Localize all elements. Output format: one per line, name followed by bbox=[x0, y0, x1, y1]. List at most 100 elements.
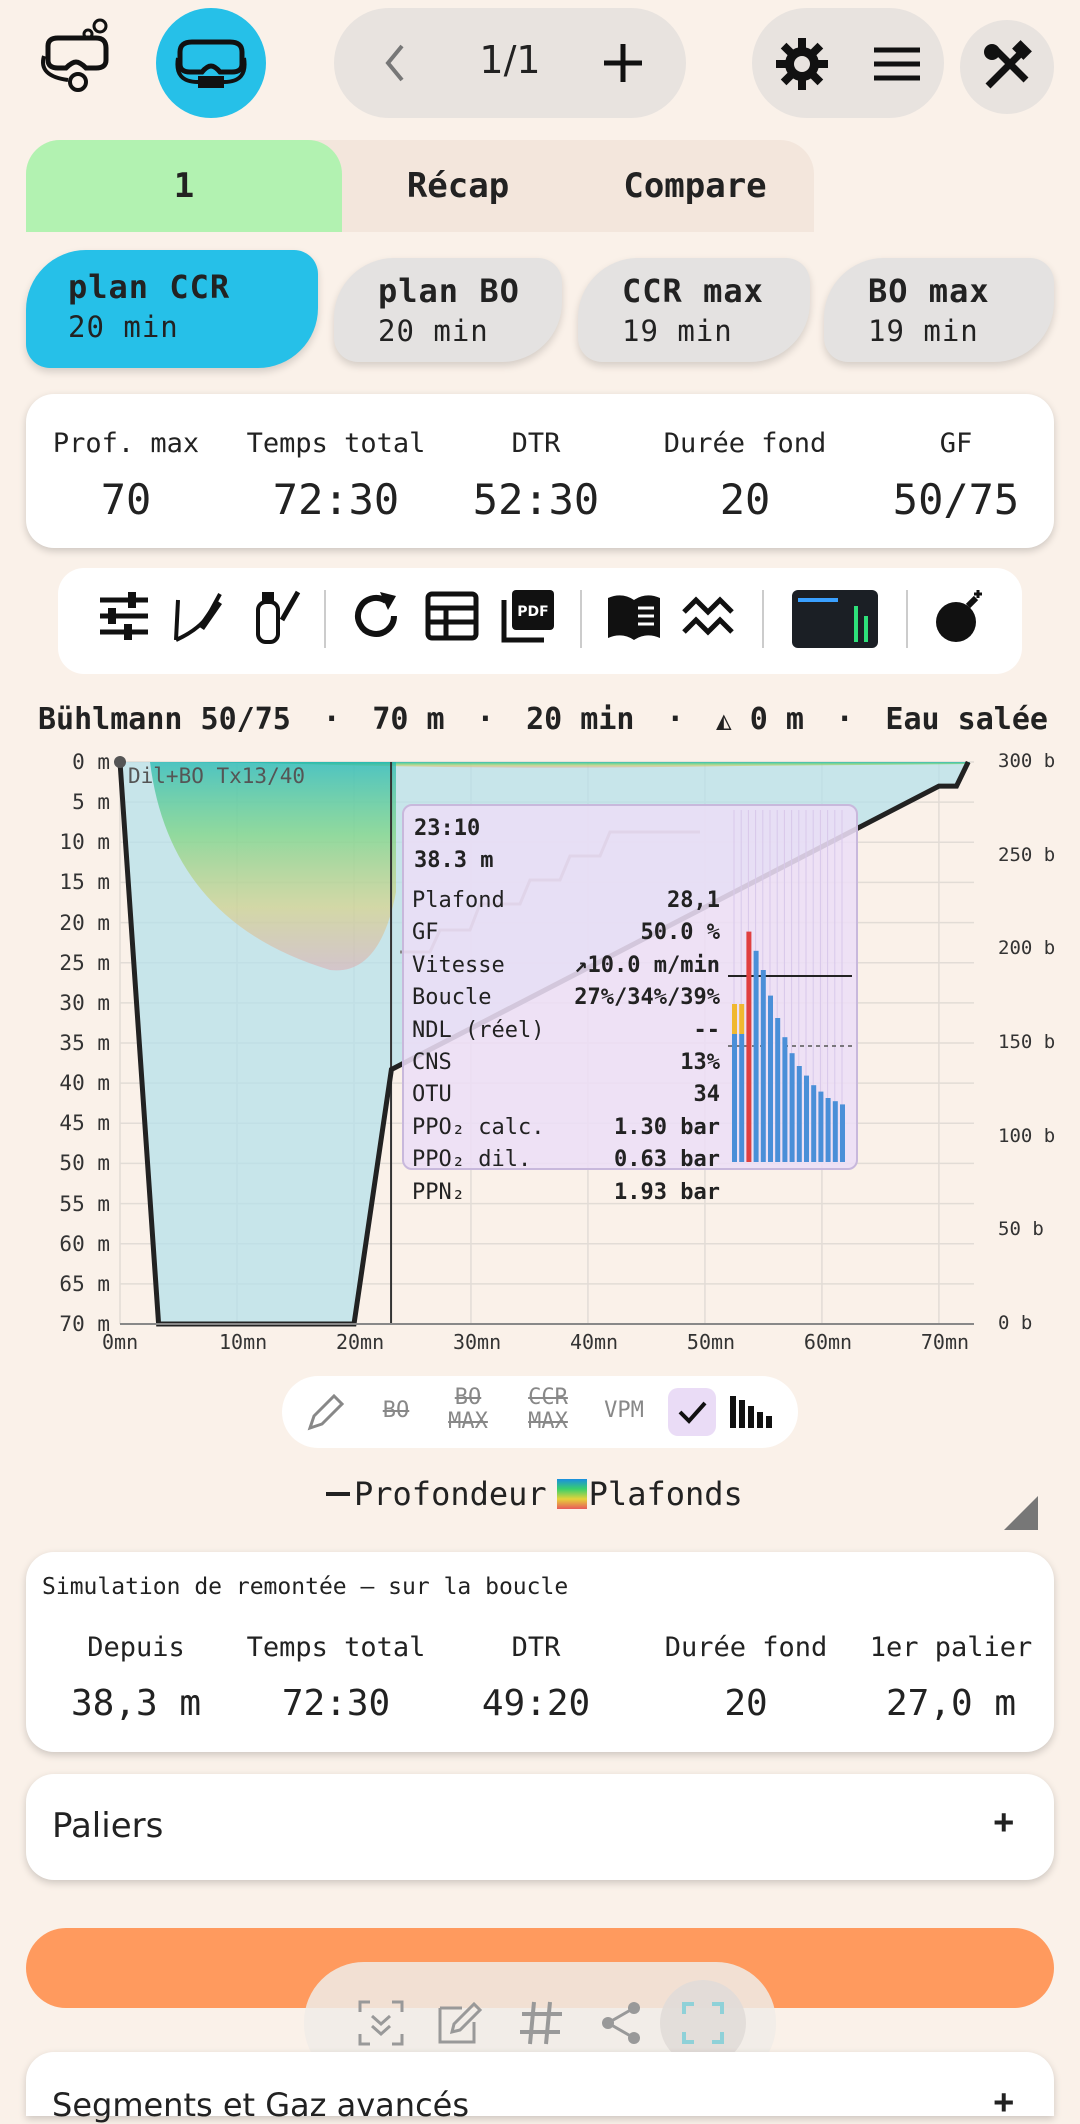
tissue-bar bbox=[732, 1034, 737, 1162]
stat-gf: GF 50/75 bbox=[892, 428, 1020, 524]
tissue-saturation-graph bbox=[728, 810, 852, 1162]
legend-depth: Profondeur bbox=[354, 1475, 547, 1513]
screen-bar bbox=[854, 606, 858, 642]
rebreather-mask-icon bbox=[175, 39, 247, 88]
edit-capture-icon[interactable] bbox=[434, 1998, 484, 2048]
app-logo[interactable] bbox=[38, 16, 118, 96]
sim-bottom-time: Durée fond 20 bbox=[664, 1632, 828, 1724]
plan-duration: 20 min bbox=[68, 310, 179, 344]
action-toolbar: PDF bbox=[58, 568, 1022, 674]
ccr-max-chip[interactable]: CCR max 19 min bbox=[578, 258, 810, 362]
stat-bottom-time: Durée fond 20 bbox=[663, 428, 827, 524]
plan-name: CCR max bbox=[622, 272, 764, 310]
plan-name: plan BO bbox=[378, 272, 520, 310]
toggle-bo[interactable]: BO bbox=[366, 1398, 426, 1423]
waves-icon[interactable] bbox=[678, 586, 738, 646]
dot-separator: · bbox=[476, 702, 495, 737]
tooltip-key: NDL (réel) bbox=[412, 1017, 545, 1043]
expand-icon[interactable]: + bbox=[994, 2082, 1014, 2122]
depth-tick-label: 65 m bbox=[59, 1271, 110, 1296]
edit-dive-icon[interactable] bbox=[168, 586, 228, 646]
time-tick-label: 70mn bbox=[920, 1330, 970, 1354]
time-tick-label: 60mn bbox=[803, 1330, 853, 1354]
hashtag-icon[interactable] bbox=[516, 1998, 566, 2048]
tab-compare[interactable]: Compare bbox=[578, 140, 812, 232]
stat-total-time: Temps total 72:30 bbox=[246, 428, 426, 524]
pressure-tick-label: 250 b bbox=[998, 843, 1056, 866]
segments-accordion[interactable]: Segments et Gaz avancés + bbox=[26, 2052, 1054, 2124]
tooltip-row: Vitesse ↗10.0 m/min bbox=[412, 953, 720, 978]
refresh-icon[interactable] bbox=[346, 586, 406, 646]
chart-legend: Profondeur Plafonds bbox=[326, 1472, 743, 1516]
screen-bar bbox=[864, 616, 868, 642]
share-icon[interactable] bbox=[596, 1998, 646, 2048]
plan-name: plan CCR bbox=[68, 268, 231, 306]
expand-icon[interactable]: + bbox=[994, 1802, 1014, 1842]
tissue-bar-over bbox=[732, 1004, 737, 1034]
tooltip-key: Plafond bbox=[412, 888, 505, 913]
tools-button[interactable] bbox=[960, 20, 1054, 114]
dive-profile-chart[interactable]: Dil+BO Tx13/40 23:10 38.3 m 0 m 5 m 10 m 15… bbox=[0, 750, 1080, 1362]
tab-recap[interactable]: Récap bbox=[342, 140, 574, 232]
book-icon[interactable] bbox=[604, 586, 664, 646]
sliders-icon[interactable] bbox=[94, 586, 154, 646]
dive-computer-thumbnail[interactable] bbox=[792, 590, 878, 648]
hamburger-icon[interactable] bbox=[872, 46, 922, 82]
dot-separator: · bbox=[835, 702, 854, 737]
depth-tick-label: 30 m bbox=[59, 990, 110, 1015]
toggle-bo-max[interactable]: BO MAX bbox=[438, 1386, 498, 1434]
tissue-bar bbox=[796, 1066, 802, 1162]
gas-label: Dil+BO Tx13/40 bbox=[128, 764, 306, 788]
ascent-simulation-card: Simulation de remontée – sur la boucle D… bbox=[26, 1552, 1054, 1752]
chevron-left-icon[interactable] bbox=[380, 40, 410, 86]
depth-tick-label: 25 m bbox=[59, 950, 110, 975]
tooltip-value: 1.30 bar bbox=[614, 1114, 720, 1140]
bar-chart-icon[interactable] bbox=[728, 1392, 778, 1432]
toggle-ccr-max[interactable]: CCR MAX bbox=[518, 1386, 578, 1434]
resize-handle-icon[interactable] bbox=[1004, 1496, 1040, 1532]
stat-dtr: DTR 52:30 bbox=[472, 428, 600, 524]
depth-tick-label: 15 m bbox=[59, 870, 110, 895]
pencil-icon[interactable] bbox=[304, 1390, 348, 1434]
plus-icon[interactable] bbox=[600, 40, 646, 86]
toggle-check[interactable] bbox=[668, 1388, 716, 1436]
bo-max-chip[interactable]: BO max 19 min bbox=[824, 258, 1054, 362]
pdf-icon[interactable]: PDF bbox=[498, 586, 558, 646]
check-icon bbox=[678, 1401, 707, 1424]
tooltip-key: GF bbox=[412, 920, 439, 946]
plan-ccr-chip[interactable]: plan CCR 20 min bbox=[26, 250, 318, 368]
time-tick-label: 0mn bbox=[102, 1330, 139, 1354]
scroll-capture-icon[interactable] bbox=[356, 1998, 406, 2048]
gear-icon[interactable] bbox=[774, 36, 830, 92]
tooltip-value: 13% bbox=[680, 1050, 720, 1075]
toolbar-separator bbox=[906, 590, 908, 648]
tooltip-value: 50.0 % bbox=[640, 920, 720, 946]
toggle-vpm[interactable]: VPM bbox=[594, 1398, 654, 1423]
tab-1[interactable]: 1 bbox=[26, 140, 342, 232]
tissue-bar bbox=[818, 1091, 824, 1162]
plan-bo-chip[interactable]: plan BO 20 min bbox=[334, 258, 562, 362]
tooltip-row: PPN₂ 1.93 bar bbox=[412, 1180, 720, 1205]
ccr-mode-button[interactable] bbox=[156, 8, 266, 118]
depth-tick-label: 55 m bbox=[59, 1191, 110, 1216]
tooltip-row: PPO₂ dil. 0.63 bar bbox=[412, 1147, 720, 1172]
algorithm-label: Bühlmann 50/75 bbox=[38, 702, 291, 737]
tissue-bar bbox=[782, 1037, 788, 1162]
stops-accordion[interactable]: Paliers + bbox=[26, 1774, 1054, 1880]
segments-label: Segments et Gaz avancés bbox=[52, 2086, 470, 2124]
pressure-tick-label: 0 b bbox=[998, 1312, 1033, 1334]
time-tick-label: 40mn bbox=[569, 1330, 619, 1354]
tissue-bar bbox=[760, 970, 766, 1162]
tank-edit-icon[interactable] bbox=[244, 586, 304, 646]
svg-text:PDF: PDF bbox=[517, 604, 548, 620]
toolbar-separator bbox=[324, 590, 326, 648]
bomb-icon[interactable] bbox=[930, 586, 990, 646]
tissue-bar bbox=[811, 1085, 817, 1162]
sim-total-time: Temps total 72:30 bbox=[246, 1632, 426, 1724]
pressure-tick-label: 150 b bbox=[998, 1031, 1056, 1053]
sim-from-depth: Depuis 38,3 m bbox=[70, 1632, 202, 1724]
tissue-bar bbox=[753, 950, 759, 1162]
depth-tick-label: 40 m bbox=[59, 1071, 110, 1096]
table-icon[interactable] bbox=[422, 586, 482, 646]
tooltip-row: PPO₂ calc. 1.30 bar bbox=[412, 1115, 720, 1140]
